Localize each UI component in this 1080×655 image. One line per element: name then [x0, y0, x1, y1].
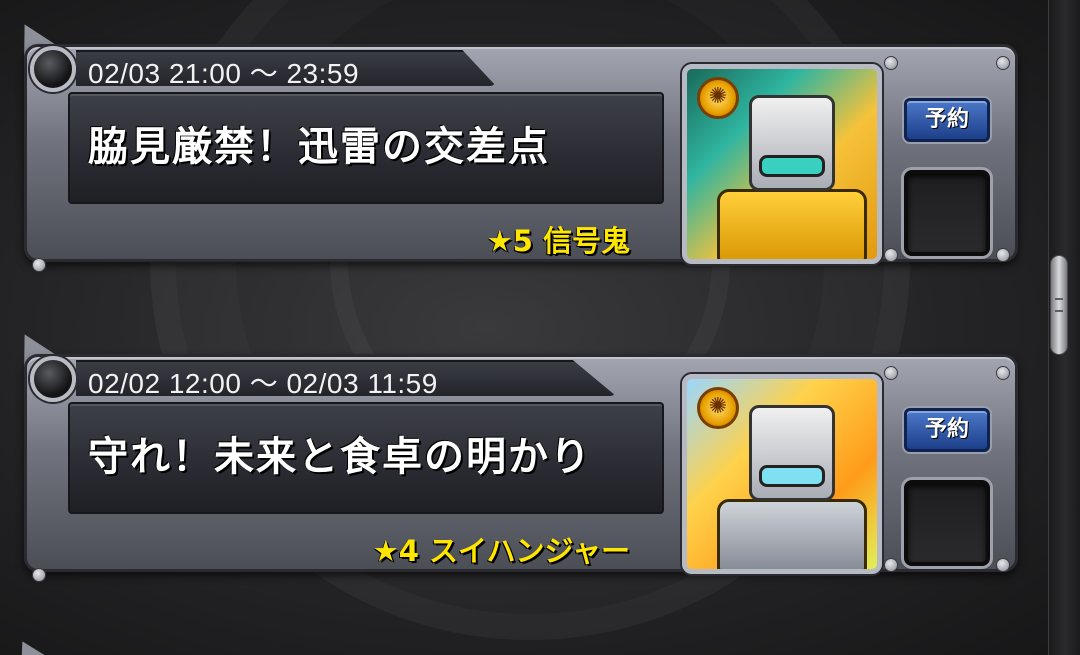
screw-icon [996, 558, 1010, 572]
timer-dot-icon [30, 46, 76, 92]
quest-time: 02/03 21:00 ～ 23:59 [88, 58, 360, 89]
scrollbar-handle[interactable] [1050, 255, 1068, 355]
screw-icon [996, 56, 1010, 70]
quest-title: 脇見厳禁！迅雷の交差点 [88, 123, 550, 170]
quest-card[interactable]: 02/03 21:00 ～ 23:59 脇見厳禁！迅雷の交差点 ★5 信号鬼 ✺… [5, 14, 1018, 272]
quest-list-screen: { "quests": [ { "time": "02/03 21:00 ～ 2… [0, 0, 1080, 655]
sun-medal-icon: ✺ [697, 77, 739, 119]
screw-icon [32, 568, 46, 582]
next-card-spike-decoration [10, 634, 46, 655]
screw-icon [32, 258, 46, 272]
sun-medal-icon: ✺ [697, 387, 739, 429]
boss-name: ★5 信号鬼 [486, 224, 630, 258]
screw-icon [884, 56, 898, 70]
boss-name: ★4 スイハンジャー [372, 534, 630, 568]
quest-time: 02/02 12:00 ～ 02/03 11:59 [88, 368, 438, 399]
quest-card[interactable]: 02/02 12:00 ～ 02/03 11:59 守れ！未来と食卓の明かり ★… [5, 324, 1018, 582]
screw-icon [996, 366, 1010, 380]
robot-eye [759, 155, 825, 177]
traffic-signal-robot-monster-icon[interactable]: ✺ [682, 64, 882, 264]
timer-dot-icon [30, 356, 76, 402]
robot-body [717, 189, 867, 259]
quest-title: 守れ！未来と食卓の明かり [88, 433, 592, 480]
reserve-button[interactable]: 予約 [904, 98, 990, 142]
reserve-button[interactable]: 予約 [904, 408, 990, 452]
screw-icon [884, 366, 898, 380]
reserve-checkbox[interactable] [904, 480, 990, 566]
rice-cooker-robot-monster-icon[interactable]: ✺ [682, 374, 882, 574]
screw-icon [884, 248, 898, 262]
reserve-checkbox[interactable] [904, 170, 990, 256]
robot-eye [759, 465, 825, 487]
screw-icon [996, 248, 1010, 262]
screw-icon [884, 558, 898, 572]
robot-body [717, 499, 867, 569]
